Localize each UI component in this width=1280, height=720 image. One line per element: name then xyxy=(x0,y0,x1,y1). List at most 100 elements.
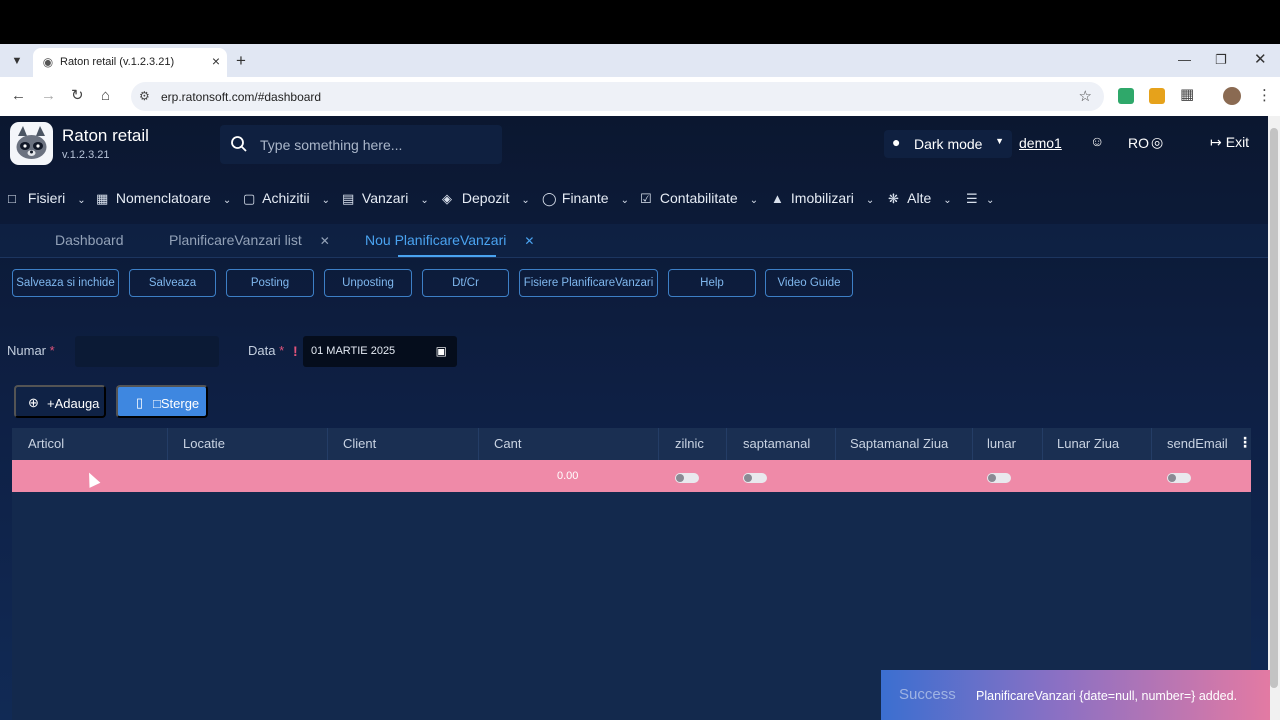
tab-dashboard[interactable]: Dashboard xyxy=(55,232,124,248)
home-icon[interactable]: ⌂ xyxy=(101,87,110,105)
tab-nou-planificare[interactable]: Nou PlanificareVanzari ✕ xyxy=(365,232,534,248)
user-link[interactable]: demo1 xyxy=(1019,135,1062,151)
profile-avatar[interactable] xyxy=(1223,87,1241,105)
numar-field[interactable] xyxy=(75,336,219,367)
table-row[interactable]: 0.00 xyxy=(12,460,1251,492)
chevron-down-icon: ⌄ xyxy=(321,195,330,206)
search-input[interactable] xyxy=(260,135,490,155)
chevron-down-icon: ⌄ xyxy=(986,195,995,206)
data-label-text: Data xyxy=(248,343,276,358)
column-divider xyxy=(726,428,727,460)
reload-icon[interactable]: ↻ xyxy=(71,87,84,105)
site-info-icon[interactable]: ⚙ xyxy=(139,89,150,103)
save-button[interactable]: Salveaza xyxy=(129,269,216,297)
col-zilnic[interactable]: zilnic xyxy=(675,436,704,451)
col-locatie[interactable]: Locatie xyxy=(183,436,225,451)
col-saptamanal[interactable]: saptamanal xyxy=(743,436,810,451)
dollar-icon: ◯ xyxy=(542,191,557,206)
browser-menu-icon[interactable]: ⋮ xyxy=(1257,87,1272,105)
hamburger-icon: ☰ xyxy=(966,191,978,206)
language-label[interactable]: RO xyxy=(1128,135,1149,151)
restore-icon[interactable]: ❐ xyxy=(1215,52,1227,68)
back-icon[interactable]: ← xyxy=(11,87,26,105)
close-tab-icon[interactable]: × xyxy=(212,53,220,69)
column-divider xyxy=(478,428,479,460)
browser-tab[interactable]: ◉ Raton retail (v.1.2.3.21) × xyxy=(33,48,227,77)
exit-label: Exit xyxy=(1225,134,1250,150)
menu-more[interactable]: ☰ ⌄ xyxy=(966,190,994,207)
toggle-knob xyxy=(744,474,752,482)
dt-cr-button[interactable]: Dt/Cr xyxy=(422,269,509,297)
address-bar[interactable]: ⚙ erp.ratonsoft.com/#dashboard ☆ xyxy=(131,82,1104,111)
col-cant[interactable]: Cant xyxy=(494,436,521,451)
video-guide-button[interactable]: Video Guide xyxy=(765,269,853,297)
add-row-button[interactable]: ⊕ +Adauga xyxy=(14,385,106,418)
extension-2-icon[interactable] xyxy=(1149,88,1165,104)
menu-imobilizari[interactable]: ▲ Imobilizari ⌄ xyxy=(771,190,874,206)
date-picker[interactable]: 01 MARTIE 2025 ▣ xyxy=(303,336,457,367)
save-and-close-button[interactable]: Salveaza si inchide xyxy=(12,269,119,297)
new-tab-icon[interactable]: + xyxy=(236,52,246,69)
minimize-icon[interactable]: — xyxy=(1178,52,1191,67)
help-button[interactable]: Help xyxy=(668,269,756,297)
menu-label: Nomenclatoare xyxy=(115,190,211,206)
plus-circle-icon: ⊕ xyxy=(28,395,39,410)
calendar-icon[interactable]: ▣ xyxy=(436,344,447,358)
send-email-toggle[interactable] xyxy=(1167,473,1191,483)
dark-mode-select[interactable]: ● Dark mode ▼ xyxy=(884,130,1012,158)
extensions-puzzle-icon[interactable]: ▦ xyxy=(1180,86,1194,104)
col-lunar-ziua[interactable]: Lunar Ziua xyxy=(1057,436,1119,451)
unposting-button[interactable]: Unposting xyxy=(324,269,412,297)
toast-message: PlanificareVanzari {date=null, number=} … xyxy=(976,689,1238,703)
globe-icon[interactable]: ◎ xyxy=(1151,134,1163,151)
tab-planificare-list[interactable]: PlanificareVanzari list ✕ xyxy=(169,232,330,248)
user-icon[interactable]: ☺ xyxy=(1090,133,1104,149)
data-label: Data * xyxy=(248,343,284,358)
extension-1-icon[interactable] xyxy=(1118,88,1134,104)
url-text[interactable]: erp.ratonsoft.com/#dashboard xyxy=(161,90,321,104)
brand-name: Raton retail xyxy=(62,126,149,145)
menu-depozit[interactable]: ◈ Depozit ⌄ xyxy=(442,190,530,207)
posting-button[interactable]: Posting xyxy=(226,269,314,297)
column-divider xyxy=(1042,428,1043,460)
cart-icon: ▤ xyxy=(342,191,355,206)
col-lunar[interactable]: lunar xyxy=(987,436,1016,451)
menu-vanzari[interactable]: ▤ Vanzari ⌄ xyxy=(342,190,429,207)
page-scrollbar[interactable] xyxy=(1268,116,1280,720)
col-saptamanal-ziua[interactable]: Saptamanal Ziua xyxy=(850,436,948,451)
menu-contabilitate[interactable]: ☑ Contabilitate ⌄ xyxy=(640,190,758,207)
chart-icon: ▲ xyxy=(771,191,784,206)
menu-alte[interactable]: ❋ Alte ⌄ xyxy=(888,190,952,207)
scrollbar-thumb[interactable] xyxy=(1270,128,1278,688)
close-tab-icon[interactable]: ✕ xyxy=(320,234,330,248)
col-client[interactable]: Client xyxy=(343,436,376,451)
column-divider xyxy=(835,428,836,460)
menu-finante[interactable]: ◯ Finante ⌄ xyxy=(542,190,629,207)
col-articol[interactable]: Articol xyxy=(28,436,64,451)
chevron-down-icon: ⌄ xyxy=(620,195,629,206)
delete-row-button[interactable]: ▯ □Sterge xyxy=(116,385,208,418)
close-tab-icon[interactable]: ✕ xyxy=(524,234,534,248)
active-tab-indicator xyxy=(398,255,496,257)
saptamanal-toggle[interactable] xyxy=(743,473,767,483)
exit-button[interactable]: ↦ Exit xyxy=(1210,134,1249,151)
close-window-icon[interactable]: ✕ xyxy=(1254,50,1267,68)
success-toast[interactable]: Success PlanificareVanzari {date=null, n… xyxy=(881,670,1270,720)
files-button[interactable]: Fisiere PlanificareVanzari xyxy=(519,269,658,297)
menu-achizitii[interactable]: ▢ Achizitii ⌄ xyxy=(243,190,330,207)
col-send-email[interactable]: sendEmail xyxy=(1167,436,1228,451)
global-search[interactable] xyxy=(220,125,502,164)
menu-fisieri[interactable]: □ Fisieri ⌄ xyxy=(8,190,86,206)
date-value[interactable]: 01 MARTIE 2025 xyxy=(311,345,395,357)
bookmark-star-icon[interactable]: ☆ xyxy=(1079,87,1092,105)
tab-search-chevron-icon[interactable]: ▼ xyxy=(8,52,26,70)
lunar-toggle[interactable] xyxy=(987,473,1011,483)
page-tabs: Dashboard PlanificareVanzari list ✕ Nou P… xyxy=(0,224,1268,258)
column-menu-icon[interactable]: ⋮ xyxy=(1238,434,1252,451)
cant-cell[interactable]: 0.00 xyxy=(557,470,578,482)
app-container: Raton retail v.1.2.3.21 ● Dark mode ▼ de… xyxy=(0,116,1268,720)
forward-icon[interactable]: → xyxy=(41,87,56,105)
warning-icon: ! xyxy=(293,343,298,359)
menu-nomenclatoare[interactable]: ▦ Nomenclatoare ⌄ xyxy=(96,190,231,207)
zilnic-toggle[interactable] xyxy=(675,473,699,483)
